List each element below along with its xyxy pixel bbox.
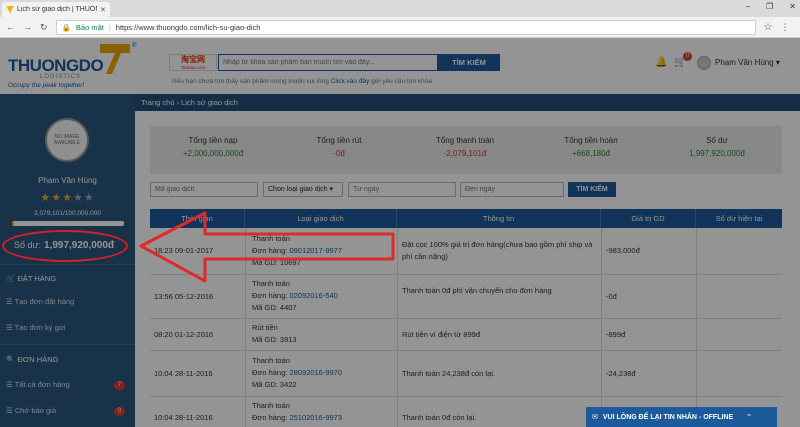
chat-icon: ✉ <box>592 414 598 421</box>
pointer-arrow-icon <box>139 211 395 283</box>
chat-label: VUI LÒNG ĐỂ LẠI TIN NHẮN - OFFLINE <box>602 413 734 421</box>
chevron-up-icon[interactable]: ⌃ <box>746 413 752 421</box>
chat-bar[interactable]: ✉ VUI LÒNG ĐỂ LẠI TIN NHẮN - OFFLINE ⌃ <box>586 407 777 427</box>
